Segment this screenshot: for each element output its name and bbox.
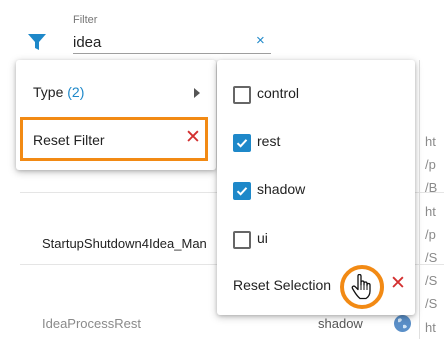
url-fragment: ht <box>425 134 436 149</box>
table-row-name[interactable]: StartupShutdown4Idea_Man <box>42 236 207 251</box>
column-divider <box>419 60 420 339</box>
url-fragment: /p <box>425 157 436 172</box>
cursor-highlight <box>340 265 384 309</box>
reset-filter-label: Reset Filter <box>33 132 105 148</box>
option-label: control <box>257 85 300 101</box>
option-label: shadow <box>257 181 306 197</box>
checkbox-control[interactable] <box>233 86 251 104</box>
type-label: Type <box>33 84 64 100</box>
reset-selection-button[interactable]: Reset Selection <box>233 277 331 293</box>
option-rest[interactable]: rest <box>217 117 415 165</box>
option-ui[interactable]: ui <box>217 214 415 262</box>
url-fragment: /S <box>425 273 438 288</box>
option-control[interactable]: control <box>217 69 415 117</box>
globe-icon <box>393 314 412 333</box>
option-label: ui <box>257 230 268 246</box>
filter-menu: Type (2) Reset Filter ✕ <box>16 60 216 170</box>
hand-cursor-icon <box>351 274 371 300</box>
menu-item-type[interactable]: Type (2) <box>16 68 216 116</box>
reset-filter-button[interactable]: Reset Filter ✕ <box>20 117 208 161</box>
type-submenu: control rest shadow ui Reset Selection ✕ <box>217 60 415 315</box>
url-fragment: /S <box>425 296 438 311</box>
url-fragment: ht <box>425 204 436 219</box>
url-fragment: /p <box>425 227 436 242</box>
url-fragment: ht <box>425 320 436 335</box>
filter-input[interactable] <box>73 31 271 54</box>
filter-icon[interactable] <box>27 33 47 51</box>
url-fragment: /B <box>425 180 438 195</box>
menu-item-type-label: Type (2) <box>33 84 84 100</box>
checkbox-rest[interactable] <box>233 134 251 152</box>
option-shadow[interactable]: shadow <box>217 165 415 213</box>
checkbox-shadow[interactable] <box>233 182 251 200</box>
checkbox-ui[interactable] <box>233 231 251 249</box>
url-fragment: /S <box>425 250 438 265</box>
clear-filter-icon[interactable]: × <box>256 32 265 49</box>
chevron-right-icon <box>194 88 200 98</box>
checkmark-icon <box>236 139 248 148</box>
type-count: (2) <box>67 84 85 100</box>
table-row-name[interactable]: IdeaProcessRest <box>42 316 141 331</box>
filter-label: Filter <box>73 14 98 26</box>
table-row-type: shadow <box>318 316 363 331</box>
option-label: rest <box>257 133 281 149</box>
checkmark-icon <box>236 187 248 196</box>
close-icon[interactable]: ✕ <box>390 274 406 294</box>
close-icon[interactable]: ✕ <box>185 128 201 148</box>
